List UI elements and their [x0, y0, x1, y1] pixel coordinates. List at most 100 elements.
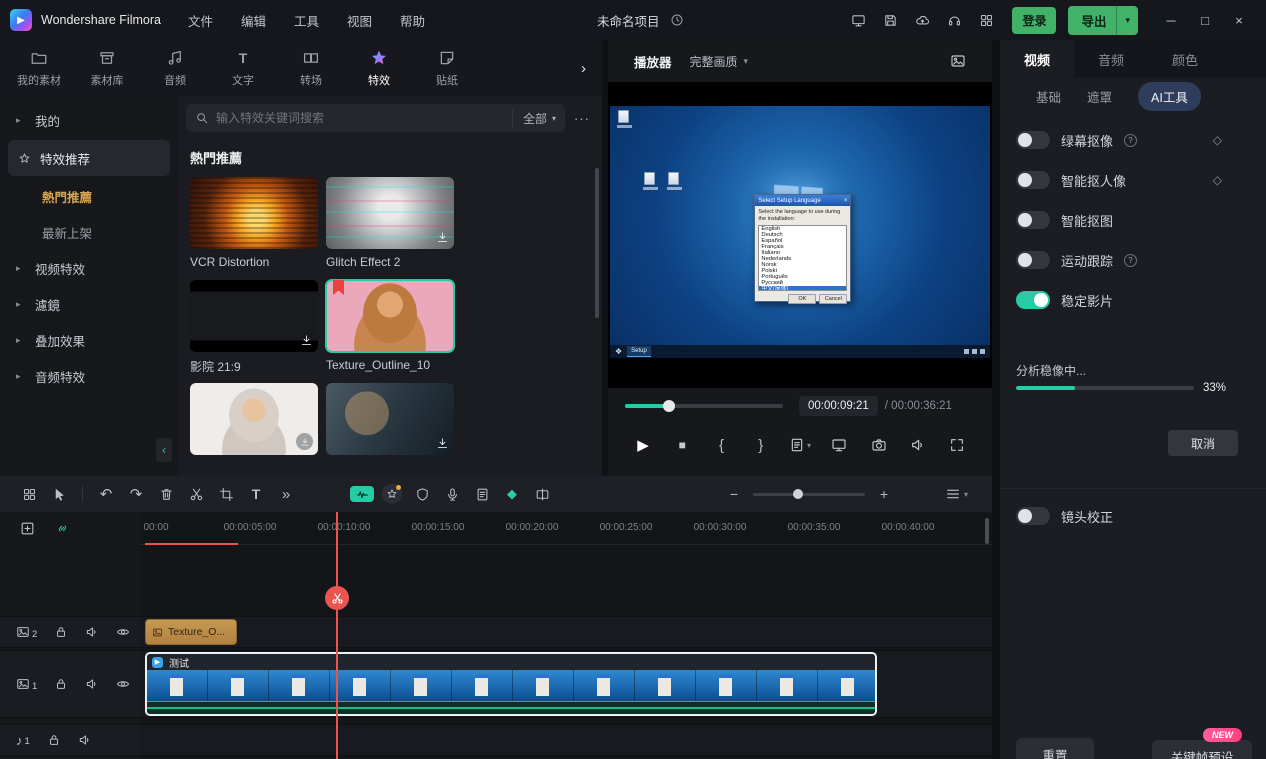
subtab-basic[interactable]: 基础 — [1036, 87, 1061, 106]
track-options-dropdown[interactable]: ▾ — [945, 486, 968, 502]
effect-thumbnail-cinema[interactable] — [190, 280, 318, 352]
audio-track-1[interactable]: ♪ 1 — [0, 724, 992, 756]
zoom-slider-knob[interactable] — [793, 489, 803, 499]
sidebar-item-recommended[interactable]: 特效推荐 — [8, 140, 170, 176]
history-clock-icon[interactable] — [670, 13, 684, 27]
lock-icon[interactable] — [47, 733, 61, 747]
menu-tools[interactable]: 工具 — [283, 7, 330, 34]
split-scissors-icon[interactable] — [181, 481, 211, 507]
close-button[interactable]: × — [1222, 6, 1256, 34]
delete-icon[interactable] — [151, 481, 181, 507]
zoom-out-icon[interactable]: − — [725, 486, 743, 502]
menu-file[interactable]: 文件 — [177, 7, 224, 34]
add-keyframe-icon[interactable]: ◆ — [497, 481, 527, 507]
sidebar-item-audio-effects[interactable]: ▸ 音频特效 — [0, 358, 178, 394]
speaker-icon[interactable] — [78, 733, 92, 747]
eye-icon[interactable] — [116, 677, 130, 691]
download-icon[interactable] — [436, 231, 449, 244]
tab-effects[interactable]: 特效 — [346, 49, 412, 88]
effect-thumbnail-texture-selected[interactable] — [326, 280, 454, 352]
sidebar-item-newest[interactable]: 最新上架 — [0, 214, 178, 250]
menu-view[interactable]: 视图 — [336, 7, 383, 34]
select-cursor-icon[interactable] — [44, 481, 74, 507]
sidebar-item-overlays[interactable]: ▸ 叠加效果 — [0, 322, 178, 358]
login-button[interactable]: 登录 — [1012, 7, 1056, 34]
search-input[interactable] — [216, 111, 505, 125]
stabilization-toggle[interactable] — [1016, 291, 1050, 309]
lock-icon[interactable] — [54, 625, 68, 639]
tab-stickers[interactable]: 贴纸 — [414, 49, 480, 88]
green-screen-toggle[interactable] — [1016, 131, 1050, 149]
zoom-slider[interactable] — [753, 493, 865, 496]
add-track-icon[interactable] — [20, 521, 35, 536]
effect-item[interactable] — [190, 383, 318, 475]
timeline-ruler[interactable]: 00:0000:00:05:0000:00:10:0000:00:15:0000… — [140, 512, 992, 545]
texture-overlay-clip[interactable]: Texture_O... — [145, 619, 237, 645]
subtab-ai-tools[interactable]: AI工具 — [1138, 82, 1201, 111]
dialog-title-bar[interactable]: Select Setup Language × — [755, 195, 850, 206]
help-icon[interactable]: ? — [1124, 134, 1137, 147]
zoom-in-icon[interactable]: + — [875, 486, 893, 502]
dialog-cancel-button[interactable]: Cancel — [819, 294, 847, 304]
effects-scrollbar[interactable] — [595, 168, 599, 318]
auto-ripple-link-icon[interactable] — [55, 521, 70, 536]
tab-color[interactable]: 颜色 — [1148, 40, 1222, 78]
save-project-icon[interactable] — [876, 7, 904, 33]
playhead-scissors-badge[interactable] — [325, 586, 349, 610]
playhead-line[interactable] — [336, 512, 338, 759]
help-icon[interactable]: ? — [1124, 254, 1137, 267]
dialog-close-icon[interactable]: × — [844, 198, 848, 204]
menu-help[interactable]: 帮助 — [389, 7, 436, 34]
more-options-icon[interactable]: ··· — [574, 111, 590, 126]
more-tabs-chevron-icon[interactable]: › — [571, 60, 596, 77]
dialog-ok-button[interactable]: OK — [788, 294, 816, 304]
lens-correction-toggle[interactable] — [1016, 507, 1050, 525]
sidebar-item-hot[interactable]: 熱門推薦 — [0, 178, 178, 214]
keyframe-icon[interactable]: ◇ — [1213, 133, 1222, 147]
apps-grid-icon[interactable] — [972, 7, 1000, 33]
fullscreen-icon[interactable] — [946, 434, 968, 456]
effect-item[interactable]: Texture_Outline_10 — [326, 280, 454, 372]
sidebar-item-mine[interactable]: ▸ 我的 — [0, 102, 178, 138]
tab-transitions[interactable]: 转场 — [278, 49, 344, 88]
video-viewport[interactable]: Select Setup Language × Select the langu… — [608, 82, 992, 388]
speaker-icon[interactable] — [85, 625, 99, 639]
edit-tools-dropdown[interactable]: ▾ — [789, 434, 811, 456]
voiceover-mic-icon[interactable] — [437, 481, 467, 507]
effect-item[interactable]: 影院 21:9 — [190, 280, 318, 372]
download-icon[interactable] — [436, 437, 449, 450]
mark-in-icon[interactable]: { — [711, 434, 733, 456]
maximize-button[interactable]: □ — [1188, 6, 1222, 34]
language-list[interactable]: EnglishDeutschEspañolFrançaisItalianoNed… — [758, 225, 847, 291]
sidebar-item-filters[interactable]: ▸ 濾鏡 — [0, 286, 178, 322]
tab-stock-library[interactable]: 素材库 — [74, 49, 140, 88]
script-notes-icon[interactable] — [467, 481, 497, 507]
effect-item[interactable]: Glitch Effect 2 — [326, 177, 454, 269]
split-view-icon[interactable] — [527, 481, 557, 507]
motion-tracking-toggle[interactable] — [1016, 251, 1050, 269]
menu-edit[interactable]: 编辑 — [230, 7, 277, 34]
volume-icon[interactable] — [907, 434, 929, 456]
main-video-clip-selected[interactable]: ▶ 测试 — [145, 652, 877, 716]
sidebar-item-video-effects[interactable]: ▸ 视频特效 — [0, 250, 178, 286]
keyframe-icon[interactable]: ◇ — [1213, 173, 1222, 187]
playback-slider[interactable] — [625, 404, 783, 408]
quality-dropdown[interactable]: 完整画质 ▾ — [690, 53, 749, 70]
tab-audio[interactable]: 音频 — [142, 49, 208, 88]
tab-my-media[interactable]: 我的素材 — [6, 49, 72, 88]
support-headset-icon[interactable] — [940, 7, 968, 33]
language-option[interactable]: 中文(简体) — [759, 286, 846, 291]
export-caret-icon[interactable]: ▾ — [1117, 10, 1138, 31]
lock-icon[interactable] — [54, 677, 68, 691]
effect-item[interactable]: VCR Distortion — [190, 177, 318, 269]
download-icon[interactable] — [300, 334, 313, 347]
ai-copilot-icon[interactable] — [377, 481, 407, 507]
filter-dropdown[interactable]: 全部 ▾ — [512, 110, 556, 127]
upload-cloud-icon[interactable] — [908, 7, 936, 33]
mark-out-icon[interactable]: } — [750, 434, 772, 456]
preview-display-icon[interactable] — [828, 434, 850, 456]
minimize-button[interactable]: ─ — [1154, 6, 1188, 34]
preview-image-icon[interactable] — [950, 53, 966, 69]
cancel-analysis-button[interactable]: 取消 — [1168, 430, 1238, 456]
crop-icon[interactable] — [211, 481, 241, 507]
